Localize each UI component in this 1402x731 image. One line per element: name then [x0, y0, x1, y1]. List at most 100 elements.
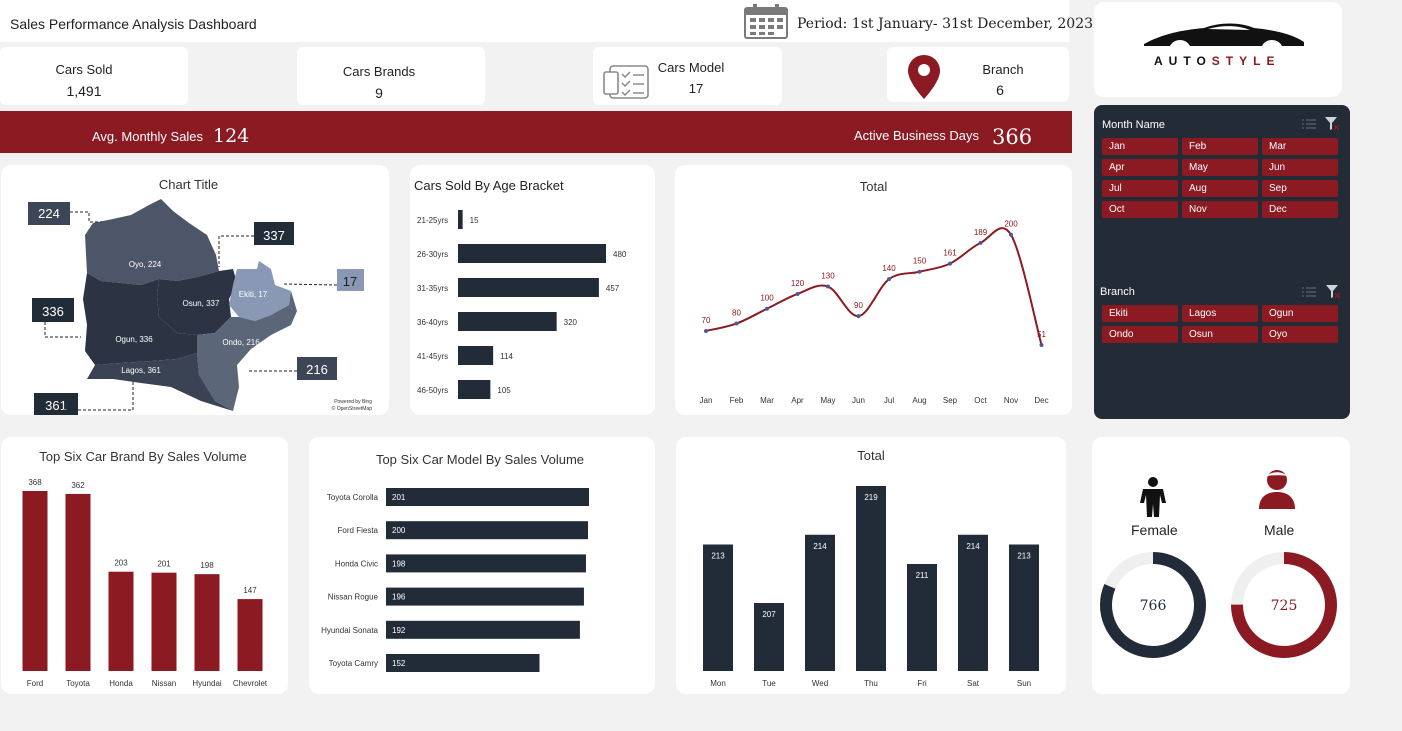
monthly-tick-label: Nov	[1004, 396, 1018, 405]
female-donut-value: 766	[1140, 598, 1167, 614]
month-slicer-item-jan[interactable]: Jan	[1102, 138, 1178, 155]
kpi-brands-label: Cars Brands	[342, 64, 416, 79]
kpi-cars-sold-label: Cars Sold	[55, 62, 113, 77]
map-label-ondo: Ondo, 216	[222, 338, 260, 347]
weekday-tick-label: Sun	[1017, 679, 1031, 688]
model-data-label: 198	[392, 559, 406, 568]
map-label-ogun: Ogun, 336	[115, 335, 153, 344]
period-text: Period: 1st January- 31st December, 2023	[797, 16, 1094, 32]
month-slicer-item-mar[interactable]: Mar	[1262, 138, 1338, 155]
model-bar	[386, 488, 589, 506]
map-label-oyo: Oyo, 224	[129, 260, 162, 269]
monthly-chart: 70 Jan 80 Feb 100 Mar 120 Apr 130 May 90 Jun 140 Jul 1…	[700, 220, 1049, 405]
car-logo-icon	[1144, 23, 1304, 46]
branch-slicer-item-ondo[interactable]: Ondo	[1102, 326, 1178, 343]
map-credit-bing: Powered by Bing	[334, 399, 372, 405]
model-bar	[386, 620, 580, 639]
male-donut-value: 725	[1271, 598, 1298, 614]
monthly-tick-label: Oct	[974, 396, 987, 405]
weekday-chart: 213 Mon 207 Tue 214 Wed 219 Thu 211 Fri 214 Sat 213 S…	[703, 486, 1039, 688]
kpi-models-value: 17	[688, 81, 704, 96]
weekday-tick-label: Tue	[762, 679, 776, 688]
weekday-data-label: 214	[813, 542, 827, 551]
avg-monthly-sales-label: Avg. Monthly Sales	[92, 129, 204, 144]
monthly-data-label: 80	[732, 309, 741, 318]
monthly-data-label: 120	[791, 279, 805, 288]
age-data-label: 320	[564, 318, 578, 327]
weekday-bar	[907, 564, 937, 671]
weekday-data-label: 207	[762, 610, 776, 619]
monthly-data-label: 51	[1037, 330, 1046, 339]
callout-lagos: 361	[45, 398, 67, 413]
age-bar	[458, 346, 494, 365]
monthly-point	[765, 306, 769, 311]
weekday-data-label: 211	[916, 571, 929, 580]
age-bar	[458, 244, 606, 263]
month-slicer-item-aug[interactable]: Aug	[1182, 180, 1258, 197]
map-region-oyo[interactable]	[85, 199, 219, 285]
age-data-label: 15	[470, 216, 479, 225]
month-slicer-item-jun[interactable]: Jun	[1262, 159, 1338, 176]
model-data-label: 192	[392, 626, 406, 635]
model-bar	[386, 587, 584, 606]
month-slicer-item-dec[interactable]: Dec	[1262, 201, 1338, 218]
month-slicer-item-oct[interactable]: Oct	[1102, 201, 1178, 218]
kpi-cars-sold-value: 1,491	[66, 83, 102, 99]
branch-slicer-item-osun[interactable]: Osun	[1182, 326, 1258, 343]
brand-bar	[65, 493, 91, 671]
monthly-tick-label: Mar	[760, 396, 774, 405]
age-tick-label: 31-35yrs	[417, 284, 448, 293]
age-tick-label: 26-30yrs	[417, 250, 448, 259]
weekday-tick-label: Mon	[710, 679, 726, 688]
month-slicer-item-may[interactable]: May	[1182, 159, 1258, 176]
monthly-tick-label: May	[820, 396, 835, 405]
map-label-ekiti: Ekiti, 17	[239, 290, 268, 299]
slicer-panel: Month Name Jan Feb Mar Apr May Jun Jul Aug Sep Oc…	[1094, 105, 1350, 419]
branch-slicer-item-oyo[interactable]: Oyo	[1262, 326, 1338, 343]
brand-chart-card: Top Six Car Brand By Sales Volume 368 For…	[1, 437, 288, 694]
callout-ogun: 336	[42, 304, 64, 319]
brand-data-label: 203	[114, 559, 128, 568]
age-data-label: 114	[500, 352, 513, 361]
age-data-label: 457	[606, 284, 620, 293]
month-slicer-item-jul[interactable]: Jul	[1102, 180, 1178, 197]
model-bar	[386, 554, 586, 573]
branch-slicer-item-lagos[interactable]: Lagos	[1182, 305, 1258, 322]
month-slicer-item-feb[interactable]: Feb	[1182, 138, 1258, 155]
age-tick-label: 46-50yrs	[417, 386, 448, 395]
monthly-tick-label: Dec	[1034, 396, 1048, 405]
model-data-label: 196	[392, 593, 406, 602]
model-chart-card: Top Six Car Model By Sales Volume Toyota…	[309, 437, 655, 694]
monthly-point	[795, 291, 800, 296]
avg-monthly-sales-value: 124	[213, 125, 250, 147]
clear-filter-icon[interactable]	[1325, 284, 1341, 299]
month-slicer-item-apr[interactable]: Apr	[1102, 159, 1178, 176]
model-data-label: 200	[392, 526, 406, 535]
monthly-point	[948, 261, 952, 266]
branch-slicer-item-ekiti[interactable]: Ekiti	[1102, 305, 1178, 322]
model-chart: Toyota Corolla 201 Ford Fiesta 200 Honda Civ…	[321, 488, 589, 672]
summary-banner: Avg. Monthly Sales 124 Active Business D…	[0, 111, 1072, 153]
callout-ekiti: 17	[343, 274, 357, 289]
weekday-bar	[1009, 544, 1039, 671]
model-tick-label: Toyota Camry	[329, 659, 378, 668]
model-data-label: 152	[392, 659, 406, 668]
age-data-label: 105	[497, 386, 511, 395]
monthly-chart-card: Total 70 Jan 80 Feb 100 Mar 120 Apr 130 May 90 Jun 1…	[675, 165, 1072, 415]
multi-select-icon[interactable]	[1302, 118, 1316, 130]
brand-tick-label: Hyundai	[192, 679, 222, 688]
kpi-brands: Cars Brands 9	[297, 47, 485, 105]
callout-oyo: 224	[38, 206, 60, 221]
multi-select-icon[interactable]	[1302, 286, 1316, 298]
clear-filter-icon[interactable]	[1324, 116, 1340, 131]
age-data-label: 480	[613, 250, 627, 259]
monthly-data-label: 189	[974, 228, 988, 237]
branch-slicer-item-ogun[interactable]: Ogun	[1262, 305, 1338, 322]
month-slicer-item-sep[interactable]: Sep	[1262, 180, 1338, 197]
monthly-point	[826, 284, 830, 289]
model-tick-label: Honda Civic	[335, 559, 378, 568]
model-bar	[386, 654, 540, 672]
month-slicer-item-nov[interactable]: Nov	[1182, 201, 1258, 218]
month-slicer-title: Month Name	[1102, 119, 1165, 131]
map-label-osun: Osun, 337	[183, 299, 220, 308]
